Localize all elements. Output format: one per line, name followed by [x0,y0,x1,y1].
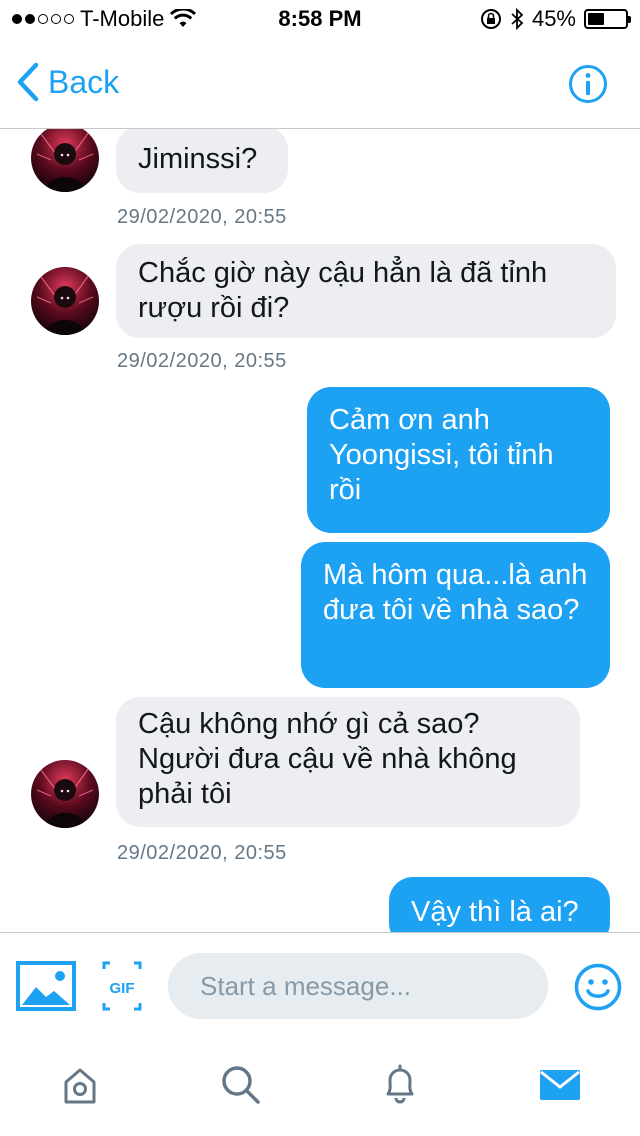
message-timestamp: 29/02/2020, 20:55 [117,206,287,228]
message-composer: GIF [0,932,640,1039]
add-gif-button[interactable]: GIF [102,961,142,1016]
home-icon [64,1068,96,1104]
notifications-icon [386,1064,414,1104]
incoming-message[interactable]: Chắc giờ này cậu hẳn là đã tỉnh rượu rồi… [116,244,616,338]
message-timestamp: 29/02/2020, 20:55 [117,350,287,372]
conversation-header: Back [0,40,640,129]
message-text: Jiminssi? [138,143,258,175]
message-text: Vậy thì là ai? [411,896,579,928]
status-right: 45% [480,6,631,32]
bluetooth-icon [511,8,524,30]
search-icon [222,1066,260,1104]
battery-icon [584,9,631,29]
emoji-button[interactable] [574,963,622,1016]
tab-search[interactable] [216,1060,264,1108]
gif-label: GIF [110,980,135,997]
info-icon [569,65,607,103]
message-text: Cậu không nhớ gì cả sao? Người đưa cậu v… [138,708,517,810]
message-input[interactable] [168,953,548,1019]
status-bar: T-Mobile 8:58 PM 45% [0,0,640,40]
message-text: Mà hôm qua...là anh đưa tôi về nhà sao? [323,559,588,626]
incoming-message[interactable]: Jiminssi? [116,129,288,193]
message-text: Chắc giờ này cậu hẳn là đã tỉnh rượu rồi… [138,257,548,324]
outgoing-message[interactable]: Vậy thì là ai? [389,877,610,932]
avatar[interactable] [31,760,99,828]
orientation-lock-icon [480,9,501,29]
add-photo-button[interactable] [16,961,76,1016]
messages-icon [540,1070,580,1100]
conversation-info-button[interactable] [568,64,608,104]
incoming-message[interactable]: Cậu không nhớ gì cả sao? Người đưa cậu v… [116,697,580,827]
back-label: Back [48,63,120,100]
avatar[interactable] [31,129,99,192]
chevron-left-icon [17,62,39,102]
tab-home[interactable] [56,1060,104,1108]
bottom-tab-bar [0,1040,640,1136]
message-text: Cảm ơn anh Yoongissi, tôi tỉnh rồi [329,404,554,506]
outgoing-message[interactable]: Cảm ơn anh Yoongissi, tôi tỉnh rồi [307,387,610,533]
tab-notifications[interactable] [376,1060,424,1108]
tab-messages[interactable] [536,1060,584,1108]
back-button[interactable]: Back [16,62,119,102]
outgoing-message[interactable]: Mà hôm qua...là anh đưa tôi về nhà sao? [301,542,610,688]
battery-percent: 45% [531,6,576,31]
message-timestamp: 29/02/2020, 20:55 [117,842,287,864]
avatar[interactable] [31,267,99,335]
emoji-icon [574,963,622,1011]
message-thread[interactable]: Jiminssi? 29/02/2020, 20:55 Chắc giờ này… [0,129,640,932]
image-icon [16,961,76,1011]
gif-icon: GIF [102,961,142,1011]
